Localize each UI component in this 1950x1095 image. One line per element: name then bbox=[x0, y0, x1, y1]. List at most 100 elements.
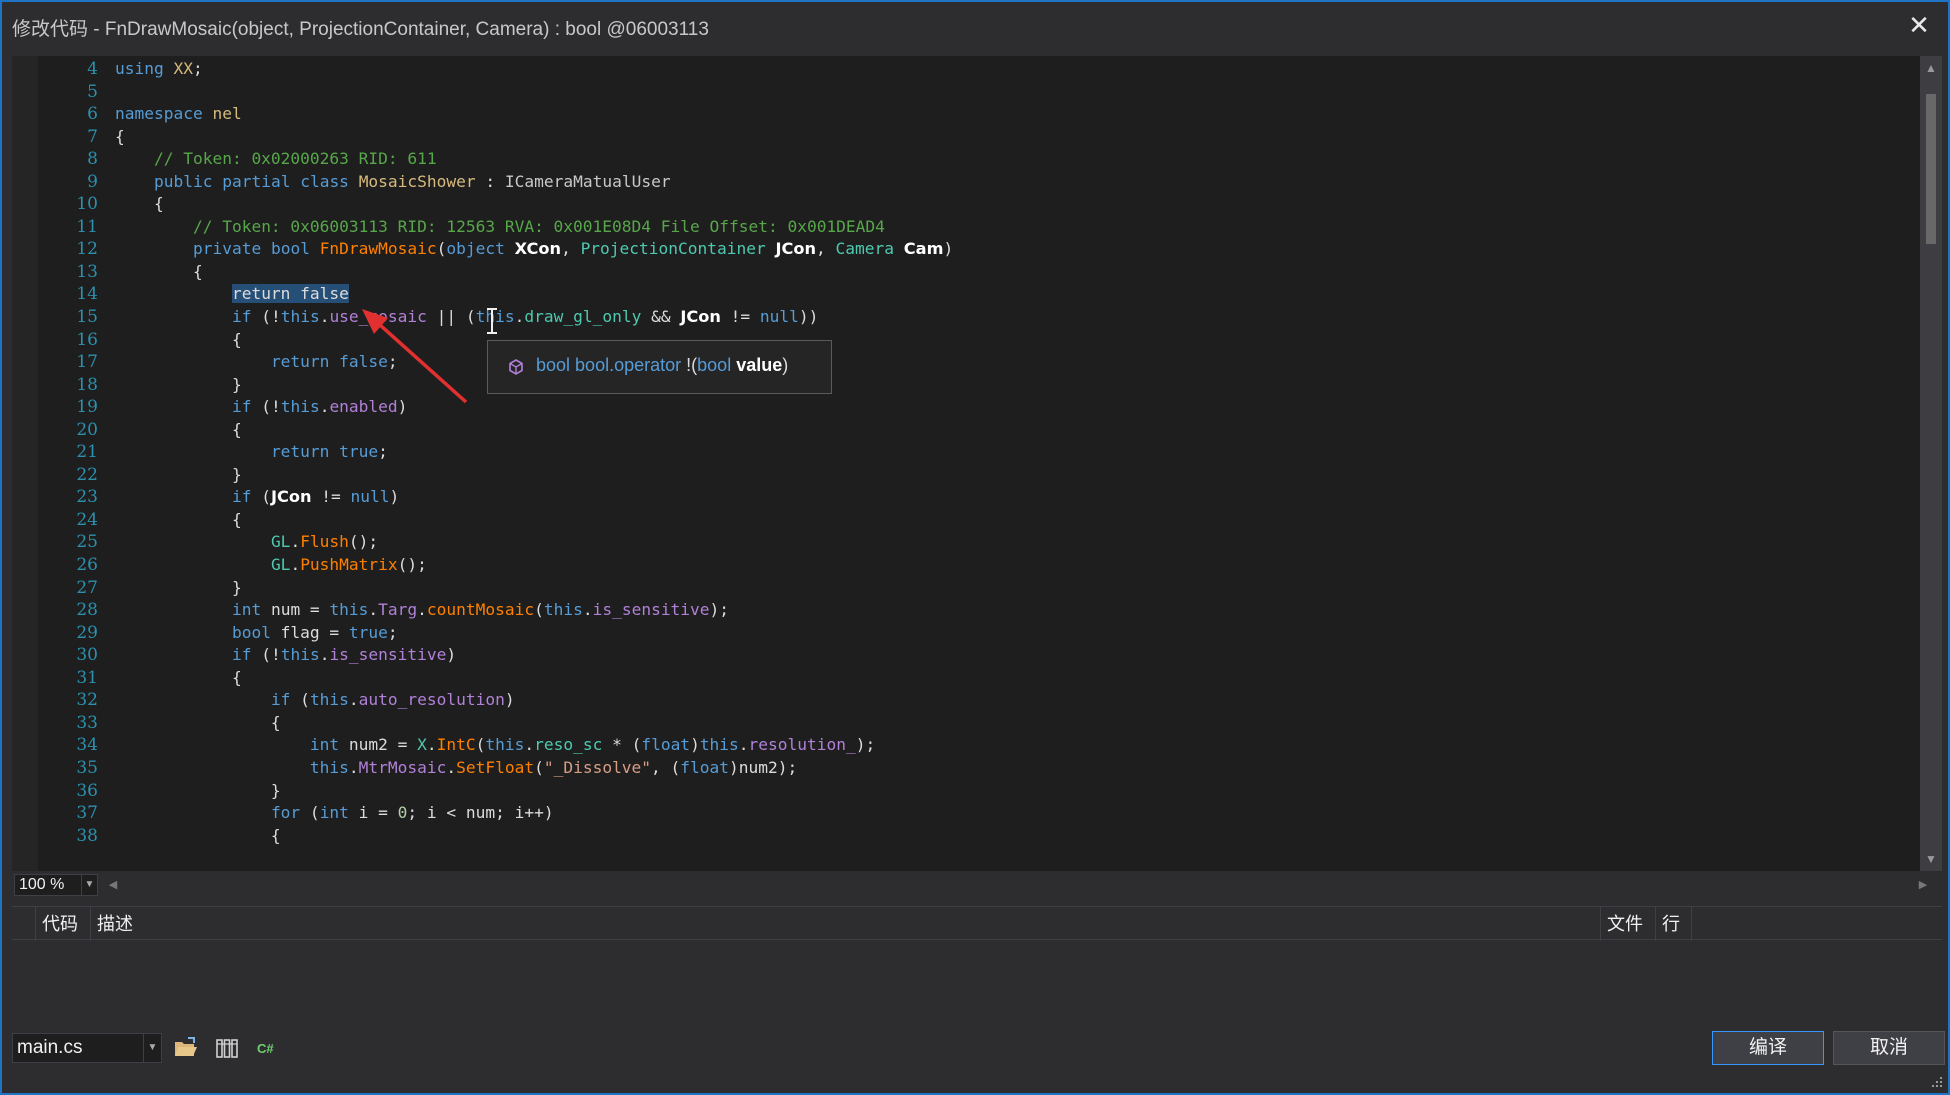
text-cursor-icon bbox=[487, 308, 497, 334]
line-number: 13 bbox=[76, 261, 98, 282]
column-description[interactable]: 描述 bbox=[91, 907, 1601, 941]
line-number: 28 bbox=[76, 600, 98, 621]
code-line: this.MtrMosaic.SetFloat("_Dissolve", (fl… bbox=[309, 757, 798, 777]
horizontal-scrollbar[interactable]: ◀ ▶ bbox=[104, 874, 1942, 896]
line-number: 27 bbox=[76, 577, 98, 598]
code-line-selected: return false bbox=[115, 283, 1912, 306]
column-code[interactable]: 代码 bbox=[36, 907, 91, 941]
code-line: if (!this.use_mosaic || (this.draw_gl_on… bbox=[231, 307, 819, 327]
code-line: // Token: 0x06003113 RID: 12563 RVA: 0x0… bbox=[192, 216, 885, 236]
vertical-scrollbar[interactable]: ▲ ▼ bbox=[1920, 56, 1942, 871]
code-line: GL.PushMatrix(); bbox=[270, 555, 427, 575]
quickinfo-member: bool.operator bbox=[575, 355, 682, 375]
code-line: { bbox=[115, 667, 242, 687]
line-number: 23 bbox=[76, 487, 98, 508]
line-number: 24 bbox=[76, 509, 98, 530]
operator-cube-icon bbox=[509, 359, 523, 375]
code-line: return true; bbox=[270, 442, 388, 462]
quickinfo-return-type: bool bbox=[536, 355, 571, 375]
quickinfo-close-paren: ) bbox=[782, 355, 789, 375]
zoom-bar: 100 % ▼ ◀ ▶ bbox=[12, 872, 1942, 898]
line-numbers: 4 5 6 7 8 9 10 11 12 13 14 15 16 17 18 19 20 21 22 23 24 25 26… bbox=[38, 58, 98, 847]
code-line: if (this.auto_resolution) bbox=[270, 690, 515, 710]
code-line: namespace nel bbox=[115, 104, 242, 124]
edit-code-dialog: 修改代码 - FnDrawMosaic(object, ProjectionCo… bbox=[0, 0, 1950, 1095]
csharp-badge: C# bbox=[257, 1041, 274, 1056]
code-line: bool flag = true; bbox=[231, 622, 398, 642]
line-number: 19 bbox=[76, 397, 98, 418]
code-line: { bbox=[115, 712, 281, 732]
zoom-dropdown[interactable]: 100 % ▼ bbox=[14, 874, 98, 896]
open-folder-icon[interactable] bbox=[173, 1035, 199, 1061]
line-number: 25 bbox=[76, 532, 98, 553]
code-line: { bbox=[115, 126, 125, 146]
quickinfo-param-type: bool bbox=[697, 355, 732, 375]
zoom-value: 100 % bbox=[19, 876, 65, 893]
code-editor[interactable]: 4 5 6 7 8 9 10 11 12 13 14 15 16 17 18 19 20 21 22 23 24 25 26… bbox=[12, 56, 1942, 871]
code-line: { bbox=[115, 419, 242, 439]
code-line: for (int i = 0; i < num; i++) bbox=[270, 803, 554, 823]
code-line: } bbox=[115, 780, 281, 800]
code-line: } bbox=[115, 464, 242, 484]
line-number: 35 bbox=[76, 757, 98, 778]
compile-button[interactable]: 编译 bbox=[1712, 1031, 1824, 1065]
line-number: 17 bbox=[76, 352, 98, 373]
code-text[interactable]: using XX; namespace nel { // Token: 0x02… bbox=[115, 58, 1912, 871]
line-number: 37 bbox=[76, 803, 98, 824]
file-selector[interactable]: main.cs ▼ bbox=[12, 1033, 162, 1063]
line-number: 21 bbox=[76, 442, 98, 463]
scroll-up-arrow-icon[interactable]: ▲ bbox=[1920, 58, 1942, 78]
quickinfo-text: bool bool.operator !(bool value) bbox=[536, 355, 788, 376]
close-button[interactable]: ✕ bbox=[1902, 8, 1936, 42]
scroll-left-arrow-icon[interactable]: ◀ bbox=[104, 874, 122, 896]
cancel-button[interactable]: 取消 bbox=[1833, 1031, 1945, 1065]
line-number: 15 bbox=[76, 307, 98, 328]
line-number: 10 bbox=[76, 194, 98, 215]
line-number: 32 bbox=[76, 690, 98, 711]
error-list-icon-column[interactable] bbox=[12, 907, 36, 941]
line-number: 4 bbox=[87, 59, 98, 79]
line-number: 30 bbox=[76, 645, 98, 666]
resize-grip-icon[interactable] bbox=[1928, 1073, 1944, 1089]
scroll-down-arrow-icon[interactable]: ▼ bbox=[1920, 849, 1942, 869]
selected-text[interactable]: return false bbox=[231, 284, 349, 304]
code-line: return false; bbox=[270, 352, 398, 372]
chevron-down-icon[interactable]: ▼ bbox=[143, 1034, 161, 1062]
code-line: { bbox=[115, 509, 242, 529]
code-line: using XX; bbox=[115, 59, 203, 78]
scroll-right-arrow-icon[interactable]: ▶ bbox=[1914, 874, 1932, 896]
column-file[interactable]: 文件 bbox=[1601, 907, 1656, 941]
code-line: GL.Flush(); bbox=[270, 532, 379, 552]
code-line: private bool FnDrawMosaic(object XCon, P… bbox=[192, 239, 954, 259]
column-line[interactable]: 行 bbox=[1656, 907, 1692, 941]
line-number: 26 bbox=[76, 555, 98, 576]
file-selector-value: main.cs bbox=[17, 1037, 83, 1058]
code-line: if (JCon != null) bbox=[231, 487, 400, 507]
line-number: 18 bbox=[76, 374, 98, 395]
line-number-gutter: 4 5 6 7 8 9 10 11 12 13 14 15 16 17 18 19 20 21 22 23 24 25 26… bbox=[38, 56, 102, 871]
chevron-down-icon[interactable]: ▼ bbox=[81, 875, 97, 895]
error-list-header: 代码 描述 文件 行 bbox=[12, 906, 1942, 941]
code-line: { bbox=[115, 329, 242, 349]
quickinfo-tooltip: bool bool.operator !(bool value) bbox=[487, 340, 832, 394]
line-number: 14 bbox=[76, 284, 98, 305]
line-number: 33 bbox=[76, 712, 98, 733]
code-line: if (!this.is_sensitive) bbox=[231, 645, 457, 665]
line-number: 34 bbox=[76, 735, 98, 756]
line-number: 9 bbox=[87, 171, 98, 192]
line-number: 7 bbox=[87, 126, 98, 147]
selection-margin[interactable] bbox=[12, 56, 38, 871]
line-number: 16 bbox=[76, 329, 98, 350]
code-line: int num = this.Targ.countMosaic(this.is_… bbox=[231, 600, 730, 620]
code-line: if (!this.enabled) bbox=[231, 397, 408, 417]
code-line: { bbox=[115, 194, 164, 214]
code-line: } bbox=[115, 374, 242, 394]
code-line: { bbox=[115, 825, 281, 845]
line-number: 22 bbox=[76, 464, 98, 485]
csharp-icon[interactable]: C# bbox=[254, 1035, 280, 1061]
line-number: 29 bbox=[76, 622, 98, 643]
scroll-thumb[interactable] bbox=[1926, 94, 1936, 244]
references-icon[interactable] bbox=[214, 1035, 240, 1061]
line-number: 5 bbox=[87, 81, 98, 102]
code-line: } bbox=[115, 577, 242, 597]
